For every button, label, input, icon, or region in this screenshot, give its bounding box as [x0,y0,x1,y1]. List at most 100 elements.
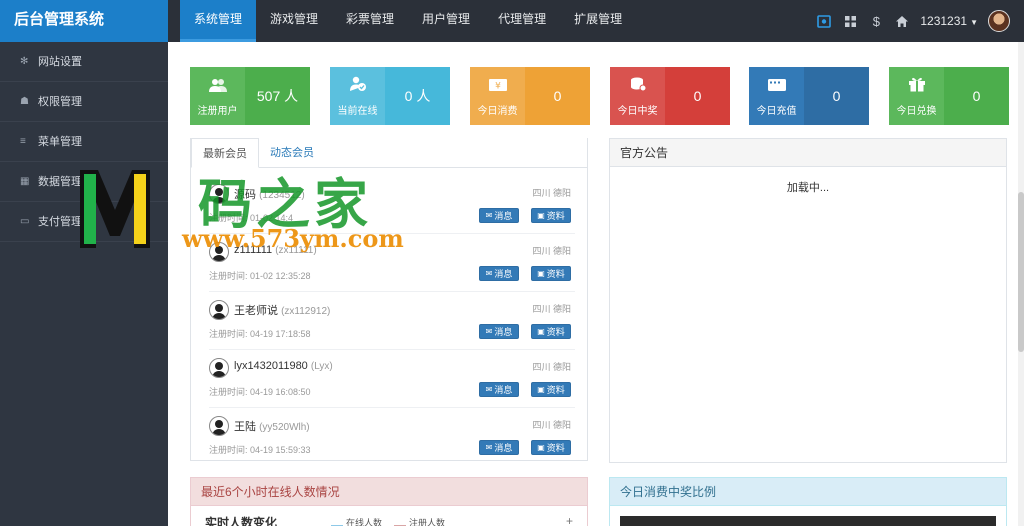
id-card-icon: ▣ [537,385,545,394]
caret-down-icon: ▼ [970,18,978,27]
envelope-icon: ✉ [485,385,493,394]
member-name[interactable]: lyx1432011980 (Lyx) [234,360,333,372]
user-check-icon [349,76,367,96]
stat-left: ¥ 今日消费 [470,67,525,125]
id-card-icon: ▣ [537,211,545,220]
message-button[interactable]: ✉ 消息 [479,208,519,223]
stat-label: 今日消费 [477,105,518,117]
message-button-label: 消息 [494,327,513,337]
nav-user[interactable]: 用户管理 [408,0,484,42]
card-icon: ▭ [20,215,30,227]
sidebar-item-menu[interactable]: ≡ 菜单管理 [0,122,168,162]
ratio-panel-title: 今日消费中奖比例 [610,478,1006,506]
monitor-icon[interactable] [816,13,832,29]
profile-button[interactable]: ▣ 资料 [531,382,571,397]
stat-label: 注册用户 [197,105,238,117]
sidebar-item-label: 权限管理 [38,95,82,108]
ratio-panel: 今日消费中奖比例 [609,477,1007,526]
expand-icon[interactable]: + [566,514,573,526]
list-item: 王陆 (yy520Wlh) 四川 德阳 注册时间: 04-19 15:59:33… [209,408,575,466]
profile-button-label: 资料 [546,443,565,453]
profile-button[interactable]: ▣ 资料 [531,266,571,281]
envelope-icon: ✉ [485,443,493,452]
coins-icon [629,76,647,96]
sidebar-item-site-settings[interactable]: ✻ 网站设置 [0,42,168,82]
sidebar-item-permissions[interactable]: ☗ 权限管理 [0,82,168,122]
stat-value: 0 人 [385,67,450,125]
chart-legend: 在线人数 注册人数 [331,516,445,526]
id-card-icon: ▣ [537,269,545,278]
member-location: 四川 德阳 [532,188,571,198]
profile-button[interactable]: ▣ 资料 [531,324,571,339]
stat-card-exchange[interactable]: 今日兑换 0 [889,67,1009,125]
stat-left: 今日兑换 [889,67,944,125]
message-button[interactable]: ✉ 消息 [479,440,519,455]
stat-label: 今日兑换 [896,105,937,117]
profile-button-label: 资料 [546,269,565,279]
legend-label: 注册人数 [409,518,446,526]
nav-agent[interactable]: 代理管理 [484,0,560,42]
stat-card-recharge[interactable]: 今日充值 0 [749,67,869,125]
user-avatar[interactable] [988,10,1010,32]
envelope-icon: ✉ [485,327,493,336]
message-button[interactable]: ✉ 消息 [479,266,519,281]
stat-card-winning[interactable]: 今日中奖 0 [610,67,730,125]
top-right-tools: $ 1231231 ▼ [816,0,1010,42]
profile-button-label: 资料 [546,385,565,395]
nav-game[interactable]: 游戏管理 [256,0,332,42]
ratio-chart-area [620,516,996,526]
dollar-icon[interactable]: $ [868,13,884,29]
sidebar-item-label: 网站设置 [38,55,82,68]
stat-value: 507 人 [245,67,310,125]
table-icon: ▦ [20,175,30,187]
envelope-icon: ✉ [485,211,493,220]
watermark-url: www.573ym.com [182,224,404,253]
profile-button-label: 资料 [546,327,565,337]
notice-panel: 官方公告 加载中... [609,138,1007,463]
watermark-logo [76,160,154,252]
online-panel-title: 最近6个小时在线人数情况 [191,478,587,506]
stat-label: 今日中奖 [617,105,658,117]
gear-icon: ✻ [20,55,29,67]
legend-registered[interactable]: 注册人数 [394,516,445,526]
online-users-panel: 最近6个小时在线人数情况 实时人数变化 在线人数 注册人数 + [190,477,588,526]
stat-left: 注册用户 [190,67,245,125]
users-icon: ☗ [20,95,29,107]
member-name[interactable]: 王陆 (yy520Wlh) [234,418,310,434]
message-button[interactable]: ✉ 消息 [479,324,519,339]
member-register-time: 注册时间: 04-19 15:59:33 [209,445,311,455]
envelope-icon: ✉ [485,269,493,278]
member-name[interactable]: 王老师说 (zx112912) [234,302,330,318]
list-item: 王老师说 (zx112912) 四川 德阳 注册时间: 04-19 17:18:… [209,292,575,350]
member-register-time: 注册时间: 04-19 17:18:58 [209,329,311,339]
nav-system[interactable]: 系统管理 [180,0,257,42]
page-scrollbar[interactable] [1018,42,1024,526]
legend-line-icon [331,520,343,526]
legend-online[interactable]: 在线人数 [331,516,382,526]
home-icon[interactable] [894,13,910,29]
stat-value: 0 [665,67,730,125]
list-icon: ≡ [20,135,26,147]
stat-card-registered[interactable]: 注册用户 507 人 [190,67,310,125]
legend-line-icon [394,520,407,526]
stat-card-online[interactable]: 当前在线 0 人 [330,67,450,125]
users-icon [208,76,228,96]
avatar [209,300,229,320]
stat-label: 今日充值 [756,105,797,117]
nav-lottery[interactable]: 彩票管理 [332,0,408,42]
message-button[interactable]: ✉ 消息 [479,382,519,397]
profile-button[interactable]: ▣ 资料 [531,440,571,455]
main-nav: 系统管理 游戏管理 彩票管理 用户管理 代理管理 扩展管理 [180,0,636,42]
gift-icon[interactable] [842,13,858,29]
message-button-label: 消息 [494,269,513,279]
avatar [209,358,229,378]
username-dropdown[interactable]: 1231231 ▼ [920,14,978,28]
message-button-label: 消息 [494,443,513,453]
notice-title: 官方公告 [610,139,1006,167]
member-location: 四川 德阳 [532,246,571,256]
id-card-icon: ▣ [537,327,545,336]
profile-button[interactable]: ▣ 资料 [531,208,571,223]
scroll-thumb[interactable] [1018,192,1024,352]
nav-extension[interactable]: 扩展管理 [560,0,636,42]
stat-card-consume[interactable]: ¥ 今日消费 0 [470,67,590,125]
